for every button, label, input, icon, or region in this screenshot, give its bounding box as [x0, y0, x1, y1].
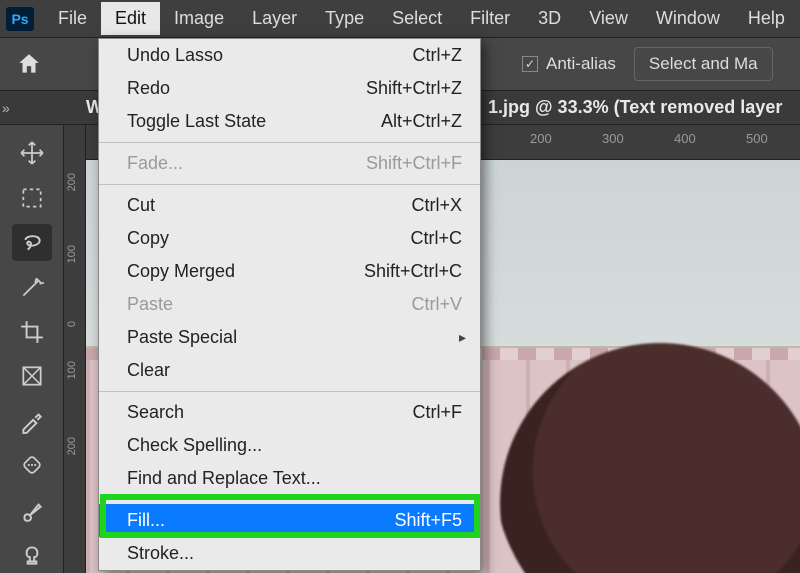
ruler-tick: 200 — [66, 173, 78, 191]
menu-item-shortcut: Shift+Ctrl+Z — [366, 78, 462, 99]
stamp-tool[interactable] — [12, 536, 52, 573]
menu-item-label: Check Spelling... — [127, 435, 262, 456]
ruler-tick: 100 — [66, 361, 78, 379]
ruler-tick: 200 — [530, 131, 552, 146]
menu-separator — [99, 142, 480, 143]
menu-item-file[interactable]: File — [44, 2, 101, 35]
menu-separator — [99, 184, 480, 185]
menu-item-shortcut: Alt+Ctrl+Z — [381, 111, 462, 132]
menu-item-edit[interactable]: Edit — [101, 2, 160, 35]
menu-item-label: Fill... — [127, 510, 165, 531]
menu-item-label: Stroke... — [127, 543, 194, 564]
app-logo: Ps — [6, 7, 34, 31]
menu-item-shortcut: Ctrl+F — [413, 402, 463, 423]
menu-item-search[interactable]: Search Ctrl+F — [99, 396, 480, 429]
select-and-mask-button[interactable]: Select and Ma — [634, 47, 773, 81]
menu-item-filter[interactable]: Filter — [456, 2, 524, 35]
menu-item-shortcut: Shift+F5 — [394, 510, 462, 531]
marquee-tool[interactable] — [12, 180, 52, 217]
menu-item-view[interactable]: View — [575, 2, 642, 35]
menu-item-copy[interactable]: Copy Ctrl+C — [99, 222, 480, 255]
frame-tool[interactable] — [12, 358, 52, 395]
document-title-suffix: 1.jpg @ 33.3% (Text removed layer — [488, 97, 782, 118]
healing-tool[interactable] — [12, 447, 52, 484]
tool-strip — [0, 125, 64, 573]
menu-item-label: Redo — [127, 78, 170, 99]
menu-item-stroke[interactable]: Stroke... — [99, 537, 480, 570]
wand-tool[interactable] — [12, 269, 52, 306]
menu-item-shortcut: Ctrl+Z — [413, 45, 463, 66]
menu-item-undo-lasso[interactable]: Undo Lasso Ctrl+Z — [99, 39, 480, 72]
menu-item-fade: Fade... Shift+Ctrl+F — [99, 147, 480, 180]
menu-item-paste-special[interactable]: Paste Special — [99, 321, 480, 354]
menu-item-clear[interactable]: Clear — [99, 354, 480, 387]
menu-item-shortcut: Shift+Ctrl+F — [366, 153, 462, 174]
move-tool[interactable] — [12, 135, 52, 172]
menu-separator — [99, 499, 480, 500]
crop-tool[interactable] — [12, 313, 52, 350]
menu-item-label: Find and Replace Text... — [127, 468, 321, 489]
menu-item-label: Search — [127, 402, 184, 423]
menu-item-layer[interactable]: Layer — [238, 2, 311, 35]
menu-item-shortcut: Shift+Ctrl+C — [364, 261, 462, 282]
menu-item-copy-merged[interactable]: Copy Merged Shift+Ctrl+C — [99, 255, 480, 288]
edit-menu-dropdown: Undo Lasso Ctrl+Z Redo Shift+Ctrl+Z Toggle L… — [98, 38, 481, 571]
app-root: Ps FileEditImageLayerTypeSelectFilter3DV… — [0, 0, 800, 573]
ruler-tick: 0 — [66, 321, 78, 327]
menu-item-redo[interactable]: Redo Shift+Ctrl+Z — [99, 72, 480, 105]
menu-item-label: Toggle Last State — [127, 111, 266, 132]
menu-item-label: Copy — [127, 228, 169, 249]
checkbox-icon[interactable]: ✓ — [522, 56, 538, 72]
menu-item-image[interactable]: Image — [160, 2, 238, 35]
brush-tool[interactable] — [12, 492, 52, 529]
menu-item-label: Undo Lasso — [127, 45, 223, 66]
menu-item-window[interactable]: Window — [642, 2, 734, 35]
menu-item-label: Cut — [127, 195, 155, 216]
vertical-ruler: 200 100 0 100 200 — [64, 125, 86, 573]
expand-panels-icon[interactable]: » — [2, 100, 10, 116]
menu-item-paste: Paste Ctrl+V — [99, 288, 480, 321]
menu-bar: Ps FileEditImageLayerTypeSelectFilter3DV… — [0, 0, 800, 38]
eyedropper-tool[interactable] — [12, 403, 52, 440]
lasso-tool[interactable] — [12, 224, 52, 261]
home-icon[interactable] — [14, 49, 44, 79]
ruler-tick: 200 — [66, 437, 78, 455]
ruler-tick: 300 — [602, 131, 624, 146]
ruler-tick: 100 — [66, 245, 78, 263]
menu-item-3d[interactable]: 3D — [524, 2, 575, 35]
menu-item-select[interactable]: Select — [378, 2, 456, 35]
menu-separator — [99, 391, 480, 392]
menu-item-fill[interactable]: Fill... Shift+F5 — [99, 504, 480, 537]
menu-item-label: Paste Special — [127, 327, 237, 348]
menu-item-check-spelling[interactable]: Check Spelling... — [99, 429, 480, 462]
menu-item-find-and-replace-text[interactable]: Find and Replace Text... — [99, 462, 480, 495]
menu-item-cut[interactable]: Cut Ctrl+X — [99, 189, 480, 222]
ruler-tick: 500 — [746, 131, 768, 146]
menu-item-shortcut: Ctrl+V — [411, 294, 462, 315]
menu-item-label: Fade... — [127, 153, 183, 174]
menu-item-label: Copy Merged — [127, 261, 235, 282]
menu-item-label: Clear — [127, 360, 170, 381]
anti-alias-option[interactable]: ✓ Anti-alias — [522, 54, 616, 74]
ruler-tick: 400 — [674, 131, 696, 146]
anti-alias-label: Anti-alias — [546, 54, 616, 74]
menu-item-shortcut: Ctrl+X — [411, 195, 462, 216]
menu-item-help[interactable]: Help — [734, 2, 799, 35]
menu-item-type[interactable]: Type — [311, 2, 378, 35]
menu-item-label: Paste — [127, 294, 173, 315]
menu-item-toggle-last-state[interactable]: Toggle Last State Alt+Ctrl+Z — [99, 105, 480, 138]
menu-item-shortcut: Ctrl+C — [410, 228, 462, 249]
